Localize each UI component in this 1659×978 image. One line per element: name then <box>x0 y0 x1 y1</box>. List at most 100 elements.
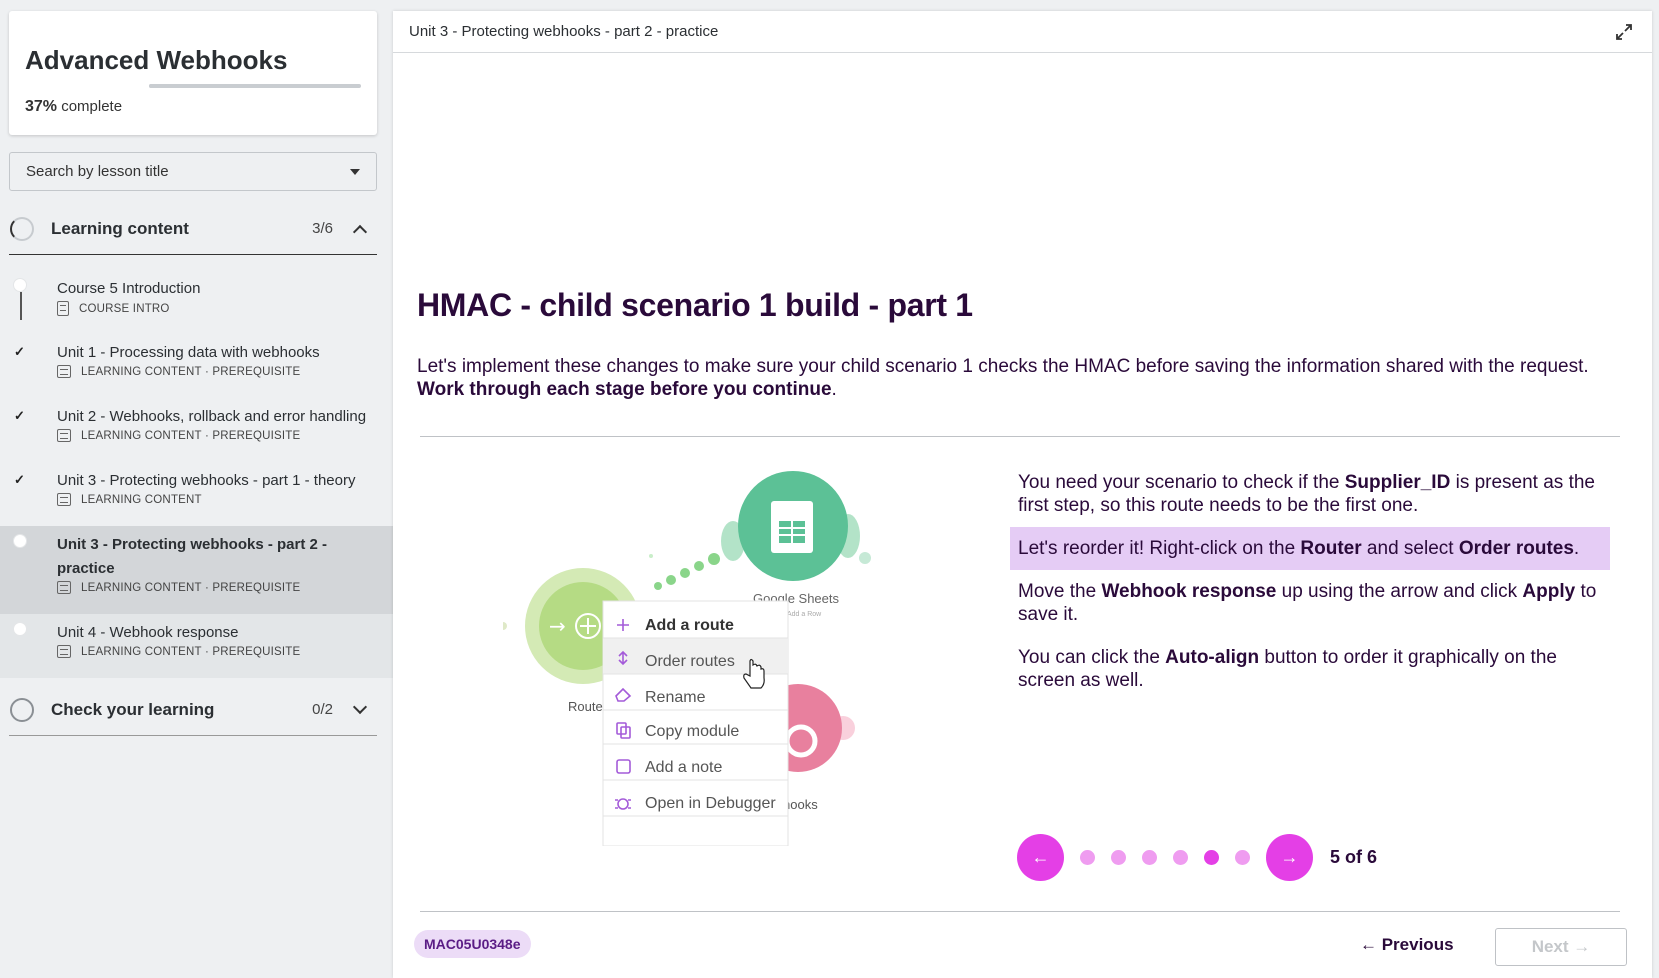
menu-item-rename: Rename <box>645 689 706 706</box>
carousel-counter: 5 of 6 <box>1330 847 1378 867</box>
menu-item-order-routes: Order routes <box>645 653 735 670</box>
lesson-type: LEARNING CONTENT <box>81 493 202 506</box>
section-check-your-learning[interactable]: Check your learning 0/2 <box>9 684 377 736</box>
lesson-topbar: Unit 3 - Protecting webhooks - part 2 - … <box>393 11 1652 53</box>
course-progress-card: Advanced Webhooks 37% complete <box>9 11 377 135</box>
lesson-item[interactable]: Unit 4 - Webhook response LEARNING CONTE… <box>0 614 393 678</box>
svg-text:→: → <box>549 614 566 638</box>
step-2-text: Let's reorder it! Right-click on the <box>1018 538 1301 559</box>
lesson-item[interactable]: ✓ Unit 2 - Webhooks, rollback and error … <box>0 398 393 462</box>
lesson-title: Course 5 Introduction <box>57 280 201 297</box>
lesson-title: Unit 2 - Webhooks, rollback and error ha… <box>57 408 367 425</box>
step-2-highlighted: Let's reorder it! Right-click on the Rou… <box>1010 527 1610 570</box>
step-3-bold: Apply <box>1522 581 1576 602</box>
carousel-prev-button[interactable]: ← <box>1017 834 1064 881</box>
next-button[interactable]: Next → <box>1495 928 1627 966</box>
chevron-up-icon <box>352 224 368 239</box>
lesson-code-badge: MAC05U0348e <box>414 930 531 958</box>
lesson-meta: COURSE INTRO <box>57 301 393 316</box>
step-1: You need your scenario to check if the S… <box>1010 471 1610 517</box>
progress-ring-icon <box>10 697 34 722</box>
lesson-type: LEARNING CONTENT · PREREQUISITE <box>81 645 301 658</box>
progress-text: 37% complete <box>25 98 122 116</box>
lesson-type: COURSE INTRO <box>79 302 170 315</box>
lesson-title: Unit 4 - Webhook response <box>57 624 239 641</box>
progress-percent: 37% <box>25 98 58 115</box>
lesson-type: LEARNING CONTENT · PREREQUISITE <box>81 429 301 442</box>
carousel-next-button[interactable]: → <box>1266 834 1313 881</box>
slide-carousel: ← → 5 of 6 <box>1017 834 1377 881</box>
step-1-text: You need your scenario to check if the <box>1018 472 1345 493</box>
step-4-bold: Auto-align <box>1165 647 1260 668</box>
course-sidebar: Advanced Webhooks 37% complete Search by… <box>0 0 393 978</box>
checkmark-icon: ✓ <box>14 344 25 359</box>
intro-paragraph: Let's implement these changes to make su… <box>417 355 1607 401</box>
step-3-text: Move the <box>1018 581 1102 602</box>
connector-dots <box>649 553 720 590</box>
step-2-bold: Order routes <box>1458 538 1574 559</box>
lesson-meta: LEARNING CONTENT · PREREQUISITE <box>57 581 393 594</box>
carousel-dot[interactable] <box>1173 850 1188 865</box>
step-2-text: and select <box>1361 538 1459 559</box>
lesson-search-placeholder: Search by lesson title <box>26 163 169 180</box>
context-menu: Add a route Order routes Rename Copy mod… <box>602 600 789 846</box>
carousel-dot[interactable] <box>1142 850 1157 865</box>
slides-icon <box>57 645 71 658</box>
divider <box>420 911 1620 912</box>
caret-down-icon <box>350 168 360 175</box>
slides-icon <box>57 365 71 378</box>
divider <box>420 436 1620 437</box>
lesson-item[interactable]: Course 5 Introduction COURSE INTRO <box>0 270 393 334</box>
lesson-list: Course 5 Introduction COURSE INTRO ✓ Uni… <box>0 270 393 678</box>
previous-button[interactable]: ← Previous <box>1360 927 1454 963</box>
intro-end: . <box>831 379 837 400</box>
carousel-dot[interactable] <box>1111 850 1126 865</box>
progress-suffix: complete <box>57 98 123 115</box>
intro-bold: Work through each stage before you conti… <box>417 379 832 400</box>
lesson-content-panel: Unit 3 - Protecting webhooks - part 2 - … <box>393 11 1652 978</box>
lesson-type: LEARNING CONTENT · PREREQUISITE <box>81 365 301 378</box>
intro-text: Let's implement these changes to make su… <box>417 356 1589 377</box>
lesson-meta: LEARNING CONTENT · PREREQUISITE <box>57 365 393 378</box>
lesson-item[interactable]: ✓ Unit 1 - Processing data with webhooks… <box>0 334 393 398</box>
lesson-item-current[interactable]: Unit 3 - Protecting webhooks - part 2 - … <box>0 526 393 614</box>
lesson-search-select[interactable]: Search by lesson title <box>9 152 377 191</box>
slides-icon <box>57 429 71 442</box>
step-2-bold: Router <box>1300 538 1362 559</box>
lesson-title: Unit 1 - Processing data with webhooks <box>57 344 320 361</box>
document-icon <box>57 301 69 316</box>
slides-icon <box>57 581 71 594</box>
carousel-dot[interactable] <box>1080 850 1095 865</box>
section-title: Check your learning <box>51 699 215 719</box>
slides-icon <box>57 493 71 506</box>
router-label: Route <box>568 699 603 714</box>
menu-item-add-note: Add a note <box>645 759 723 776</box>
lesson-meta: LEARNING CONTENT · PREREQUISITE <box>57 429 393 442</box>
instruction-steps: You need your scenario to check if the S… <box>1010 471 1610 712</box>
section-count: 3/6 <box>312 220 333 237</box>
menu-item-open-debugger: Open in Debugger <box>645 795 776 812</box>
section-learning-content[interactable]: Learning content 3/6 <box>9 203 377 255</box>
step-4-text: You can click the <box>1018 647 1166 668</box>
carousel-dot[interactable] <box>1204 850 1219 865</box>
step-3-text: up using the arrow and click <box>1276 581 1523 602</box>
progress-ring-icon <box>10 216 34 241</box>
step-1-bold: Supplier_ID <box>1344 472 1451 493</box>
lesson-title: Unit 3 - Protecting webhooks - part 2 - … <box>57 536 328 577</box>
step-4: You can click the Auto-align button to o… <box>1010 646 1610 692</box>
step-3: Move the Webhook response up using the a… <box>1010 580 1610 626</box>
menu-item-add-route: Add a route <box>645 617 734 634</box>
course-progress-bar <box>149 84 361 88</box>
checkmark-icon: ✓ <box>14 408 25 423</box>
chevron-down-icon <box>352 699 368 714</box>
expand-fullscreen-icon[interactable] <box>1614 22 1634 42</box>
menu-item-copy-module: Copy module <box>645 723 739 740</box>
course-title: Advanced Webhooks <box>25 45 288 75</box>
page-title: HMAC - child scenario 1 build - part 1 <box>417 287 973 323</box>
not-started-dot-icon <box>13 278 27 292</box>
lesson-meta: LEARNING CONTENT <box>57 493 393 506</box>
lesson-item[interactable]: ✓ Unit 3 - Protecting webhooks - part 1 … <box>0 462 393 526</box>
lesson-title: Unit 3 - Protecting webhooks - part 1 - … <box>57 472 356 489</box>
carousel-dot[interactable] <box>1235 850 1250 865</box>
section-count: 0/2 <box>312 701 333 718</box>
